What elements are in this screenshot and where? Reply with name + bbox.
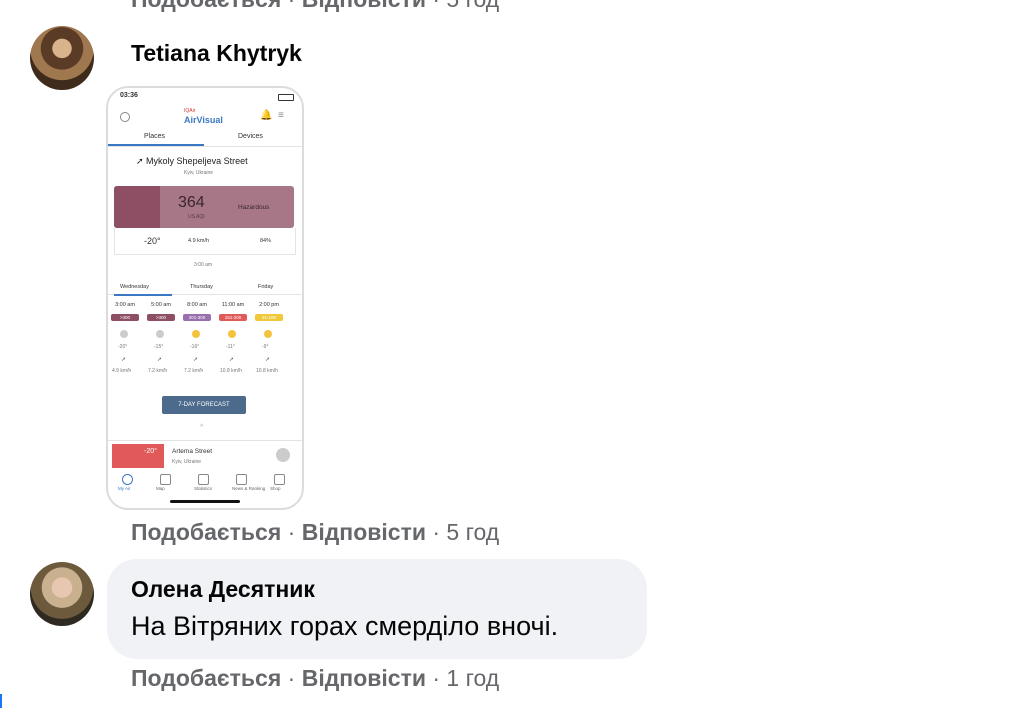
hour-column: 2:00 pm 51-100 -9° ➚ 10.8 km/h	[254, 302, 284, 374]
hour-time: 8:00 am	[187, 302, 207, 308]
chevron-up-icon: ^	[200, 424, 204, 431]
nav-icon	[198, 474, 209, 485]
menu-icon: ≡	[278, 110, 284, 121]
hour-time: 2:00 pm	[259, 302, 279, 308]
comment-author[interactable]: Олена Десятник	[131, 576, 315, 603]
hour-wind: 10.8 km/h	[220, 368, 242, 374]
hour-wind: 10.8 km/h	[256, 368, 278, 374]
aqi-face-icon	[114, 186, 160, 228]
wind-icon: ➚	[157, 357, 163, 363]
day-label: Thursday	[190, 284, 213, 290]
bell-icon: 🔔	[260, 110, 273, 121]
nav-item: Shop	[270, 486, 281, 491]
nav-item: Map	[156, 486, 165, 491]
tab-devices: Devices	[238, 133, 263, 140]
day-indicator	[114, 294, 172, 296]
avatar[interactable]	[30, 26, 94, 90]
aqi-unit: US AQI	[188, 214, 205, 220]
hour-aqi: >300	[111, 314, 139, 321]
hour-wind: 7.2 km/h	[184, 368, 204, 374]
location-sub: Kyiv, Ukraine	[184, 170, 214, 176]
wind-icon: ➚	[121, 357, 127, 363]
location-name: ➚ Mykoly Shepeljeva Street	[136, 156, 248, 166]
weather-icon	[120, 330, 128, 338]
station-name: Artema Street	[172, 448, 213, 455]
previous-comment-actions: Подобається · Відповісти · 5 год	[131, 0, 499, 13]
reply-button[interactable]: Відповісти	[302, 665, 426, 691]
nav-item: News & Ranking	[232, 486, 266, 491]
attached-screenshot[interactable]: 03:36 IQAir AirVisual 🔔 ≡ Places Devices…	[106, 86, 304, 510]
aqi-status: Hazardous	[238, 204, 270, 211]
hour-temp: -11°	[226, 344, 235, 350]
aqi-value: 364	[178, 194, 205, 211]
humidity: 84%	[260, 238, 272, 244]
battery-icon	[278, 94, 294, 101]
hour-wind: 4.9 km/h	[112, 368, 132, 374]
hour-column: 8:00 am 201-300 -16° ➚ 7.2 km/h	[182, 302, 212, 374]
nav-item: My Air	[118, 486, 131, 491]
reply-button[interactable]: Відповісти	[302, 519, 426, 545]
comment-actions: Подобається · Відповісти · 5 год	[131, 519, 500, 545]
nav-icon	[160, 474, 171, 485]
like-button[interactable]: Подобається	[131, 519, 281, 545]
weather-icon	[228, 330, 236, 338]
hour-time: 11:00 am	[221, 302, 245, 308]
tab-places: Places	[144, 133, 166, 140]
wind-icon: ➚	[229, 357, 235, 363]
weather-icon	[264, 330, 272, 338]
nav-item: Statistics	[194, 486, 213, 491]
update-time: 3:00 am	[194, 262, 213, 268]
home-indicator	[170, 500, 240, 503]
like-button[interactable]: Подобається	[131, 665, 281, 691]
comment-author[interactable]: Tetiana Khytryk	[131, 40, 302, 67]
weather-icon	[156, 330, 164, 338]
hour-time: 3:00 am	[115, 302, 135, 308]
avatar-icon	[276, 448, 290, 462]
hour-aqi: 201-300	[183, 314, 211, 321]
forecast-button: 7-DAY FORECAST	[162, 396, 246, 414]
hour-temp: -20°	[118, 344, 128, 350]
weather-icon	[192, 330, 200, 338]
wind-icon: ➚	[265, 357, 271, 363]
timestamp[interactable]: 5 год	[446, 0, 499, 12]
hour-temp: -9°	[262, 344, 269, 350]
wind-speed: 4.9 km/h	[188, 238, 210, 244]
station-temp: -20°	[144, 448, 157, 455]
temperature: -20°	[144, 236, 161, 246]
hour-aqi: 151-200	[219, 314, 247, 321]
nav-icon	[274, 474, 285, 485]
day-label: Wednesday	[120, 284, 149, 290]
reply-button[interactable]: Відповісти	[302, 0, 426, 12]
hour-temp: -16°	[190, 344, 200, 350]
hour-wind: 7.2 km/h	[148, 368, 168, 374]
scroll-indicator	[0, 694, 2, 708]
comment-actions: Подобається · Відповісти · 1 год	[131, 665, 500, 691]
comment-text: На Вітряних горах смерділо вночі.	[131, 611, 559, 641]
timestamp[interactable]: 1 год	[446, 665, 499, 691]
brand-name: AirVisual	[184, 115, 223, 125]
like-button[interactable]: Подобається	[131, 0, 281, 12]
hour-time: 5:00 am	[151, 302, 171, 308]
avatar[interactable]	[30, 562, 94, 626]
comment-bubble	[107, 559, 647, 659]
divider	[108, 146, 302, 147]
hour-aqi: 51-100	[255, 314, 283, 321]
nav-icon	[236, 474, 247, 485]
hour-column: 5:00 am >300 -15° ➚ 7.2 km/h	[146, 302, 176, 374]
station-sub: Kyiv, Ukraine	[172, 459, 202, 465]
wind-icon: ➚	[193, 357, 199, 363]
divider	[108, 440, 302, 441]
timestamp[interactable]: 5 год	[446, 519, 499, 545]
hour-temp: -15°	[154, 344, 164, 350]
nav-icon	[122, 474, 133, 485]
hour-column: 11:00 am 151-200 -11° ➚ 10.8 km/h	[218, 302, 248, 374]
brand-small: IQAir	[184, 108, 196, 114]
search-icon	[120, 112, 130, 122]
day-label: Friday	[258, 284, 274, 290]
hour-column: 3:00 am >300 -20° ➚ 4.9 km/h	[110, 302, 140, 374]
status-time: 03:36	[120, 92, 138, 99]
hour-aqi: >300	[147, 314, 175, 321]
